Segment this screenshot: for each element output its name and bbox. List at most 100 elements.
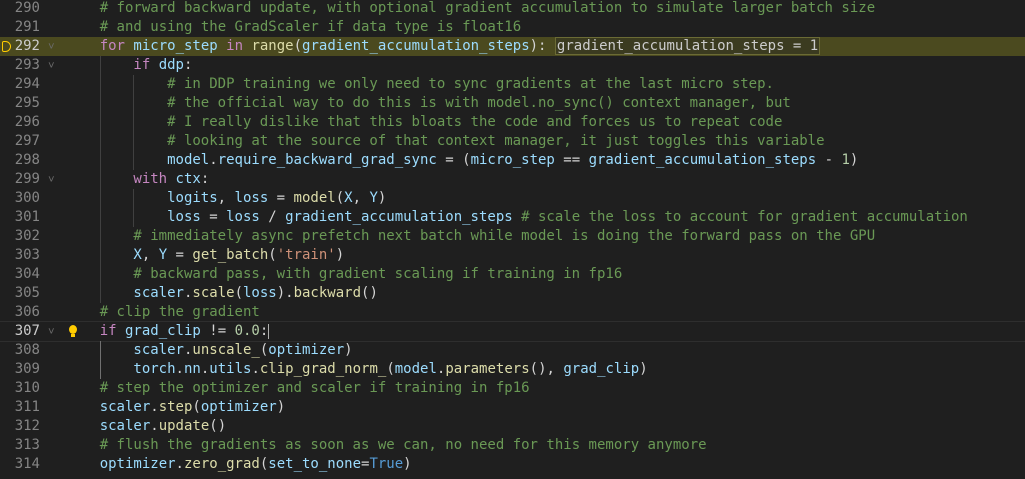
- indent-guide: [133, 151, 135, 170]
- code-token: (: [234, 285, 243, 301]
- code-token: ddp: [158, 57, 184, 73]
- code-line[interactable]: 306 # clip the gradient: [0, 303, 1025, 322]
- indent-guide: [99, 113, 101, 132]
- line-number: 304: [14, 266, 40, 282]
- indent-guide: [99, 189, 101, 208]
- code-token: :: [259, 323, 269, 339]
- code-text: # immediately async prefetch next batch …: [133, 227, 875, 246]
- code-token: = (: [436, 152, 471, 168]
- code-token: # clip the gradient: [99, 304, 260, 320]
- code-token: # and using the GradScaler if data type …: [99, 19, 522, 35]
- code-token: ).: [276, 285, 294, 301]
- code-token: ,: [217, 190, 235, 206]
- code-token: :: [183, 57, 193, 73]
- code-text: scaler.unscale_(optimizer): [133, 341, 352, 360]
- code-token: 'train': [276, 247, 336, 263]
- code-token: (: [386, 361, 395, 377]
- fold-chevron-icon[interactable]: ˅: [48, 37, 58, 56]
- indent-guide: [99, 227, 101, 246]
- code-line[interactable]: 290 # forward backward update, with optio…: [0, 0, 1025, 18]
- code-text: torch.nn.utils.clip_grad_norm_(model.par…: [133, 360, 647, 379]
- code-token: zero_grad: [183, 456, 260, 472]
- code-token: .: [251, 361, 260, 377]
- code-text: if ddp:: [133, 56, 192, 75]
- lightbulb-icon[interactable]: [0, 322, 77, 341]
- code-token: X: [344, 190, 353, 206]
- code-token: utils: [209, 361, 252, 377]
- code-token: with: [133, 171, 168, 187]
- debug-stack-frame-icon[interactable]: [0, 37, 14, 56]
- code-line[interactable]: 314 optimizer.zero_grad(set_to_none=True): [0, 455, 1025, 474]
- code-token: # backward pass, with gradient scaling i…: [133, 266, 623, 282]
- code-token: nn: [183, 361, 201, 377]
- code-line[interactable]: 309 torch.nn.utils.clip_grad_norm_(model.…: [0, 360, 1025, 379]
- fold-chevron-icon[interactable]: ˅: [48, 56, 58, 75]
- code-text: if grad_clip != 0.0:: [100, 322, 270, 341]
- code-token: grad_clip: [563, 361, 640, 377]
- indent-guide: [99, 75, 101, 94]
- code-line[interactable]: 310 # step the optimizer and scaler if tr…: [0, 379, 1025, 398]
- code-token: scaler: [133, 285, 184, 301]
- code-token: in: [226, 38, 244, 54]
- code-token: loss: [243, 285, 277, 301]
- code-token: .: [175, 456, 184, 472]
- line-number: 305: [14, 285, 40, 301]
- code-text: scaler.step(optimizer): [100, 398, 285, 417]
- code-line[interactable]: 307 ˅ if grad_clip != 0.0:: [0, 321, 1025, 342]
- indent-guide: [133, 208, 135, 227]
- code-token: # immediately async prefetch next batch …: [133, 228, 876, 244]
- code-text: scaler.scale(loss).backward(): [133, 284, 377, 303]
- code-line[interactable]: 313 # flush the gradients as soon as we c…: [0, 436, 1025, 455]
- code-line[interactable]: 291 # and using the GradScaler if data ty…: [0, 18, 1025, 37]
- code-token: (): [209, 418, 227, 434]
- fold-chevron-icon[interactable]: ˅: [48, 322, 58, 341]
- code-token: # the official way to do this is with mo…: [167, 95, 791, 111]
- code-line[interactable]: 308 scaler.unscale_(optimizer): [0, 341, 1025, 360]
- code-line[interactable]: 296 # I really dislike that this bloats t…: [0, 113, 1025, 132]
- code-token: .: [150, 399, 159, 415]
- code-token: ctx: [175, 171, 201, 187]
- code-token: step: [158, 399, 193, 415]
- code-text: # backward pass, with gradient scaling i…: [133, 265, 622, 284]
- code-token: model: [167, 152, 210, 168]
- code-token: gradient_accumulation_steps: [588, 152, 817, 168]
- inline-value-hint: gradient_accumulation_steps = 1: [554, 37, 821, 55]
- code-editor[interactable]: 290 # forward backward update, with optio…: [0, 0, 1025, 479]
- code-token: loss: [226, 209, 260, 225]
- code-line[interactable]: 300 logits, loss = model(X, Y): [0, 189, 1025, 208]
- code-token: scaler: [99, 418, 151, 434]
- code-line[interactable]: 295 # the official way to do this is with…: [0, 94, 1025, 113]
- code-token: ): [344, 342, 353, 358]
- code-token: micro_step: [470, 152, 555, 168]
- code-line[interactable]: 301 loss = loss / gradient_accumulation_s…: [0, 208, 1025, 227]
- code-token: ): [403, 456, 412, 472]
- code-token: update: [158, 418, 210, 434]
- code-token: ):: [529, 38, 555, 54]
- code-line[interactable]: 312 scaler.update(): [0, 417, 1025, 436]
- code-line[interactable]: 305 scaler.scale(loss).backward(): [0, 284, 1025, 303]
- code-line[interactable]: 292 ˅ for micro_step in range(gradient_acc…: [0, 37, 1025, 56]
- code-line[interactable]: 304 # backward pass, with gradient scalin…: [0, 265, 1025, 284]
- code-line[interactable]: 294 # in DDP training we only need to syn…: [0, 75, 1025, 94]
- line-number: 313: [14, 437, 40, 453]
- code-token: loss: [234, 190, 269, 206]
- code-line[interactable]: 311 scaler.step(optimizer): [0, 398, 1025, 417]
- code-line[interactable]: 298 model.require_backward_grad_sync = (m…: [0, 151, 1025, 170]
- code-token: backward: [293, 285, 362, 301]
- code-line[interactable]: 297 # looking at the source of that conte…: [0, 132, 1025, 151]
- code-token: scale: [192, 285, 235, 301]
- code-line[interactable]: 293 ˅ if ddp:: [0, 56, 1025, 75]
- indent-guide: [133, 75, 135, 94]
- code-token: # flush the gradients as soon as we can,…: [99, 437, 707, 453]
- code-token: grad_clip: [124, 323, 201, 339]
- code-line[interactable]: 299 ˅ with ctx:: [0, 170, 1025, 189]
- code-line[interactable]: 303 X, Y = get_batch('train'): [0, 246, 1025, 265]
- code-line[interactable]: 302 # immediately async prefetch next bat…: [0, 227, 1025, 246]
- code-token: for: [99, 38, 125, 54]
- fold-chevron-icon[interactable]: ˅: [48, 170, 58, 189]
- indent-guide: [99, 132, 101, 151]
- code-token: Y: [369, 190, 378, 206]
- code-token: (: [192, 399, 201, 415]
